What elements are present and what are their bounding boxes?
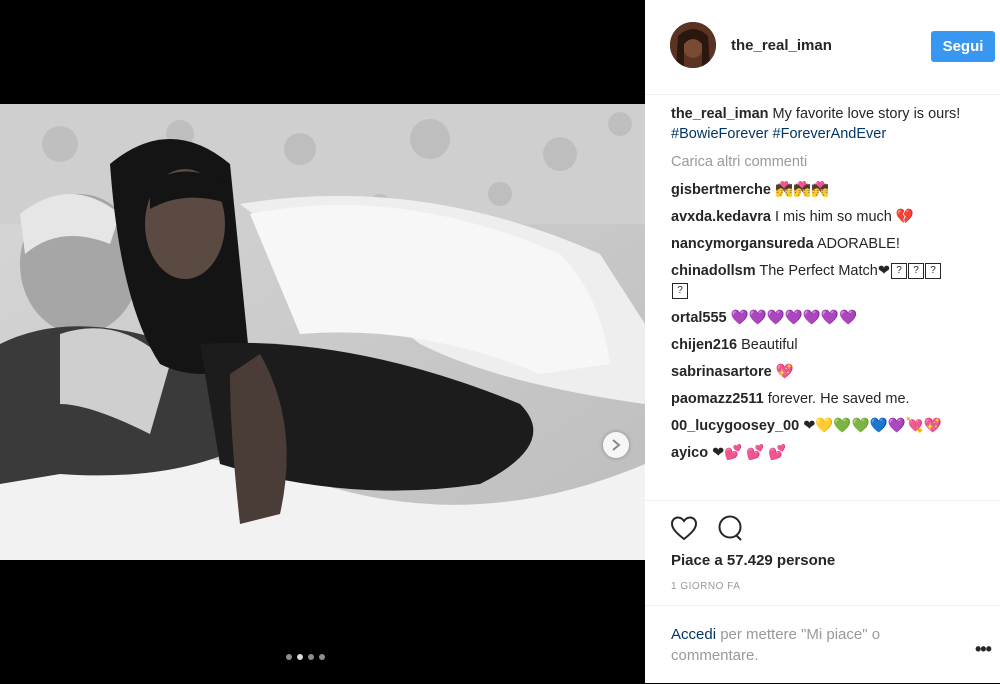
post-actions: Piace a 57.429 persone 1 GIORNO FA <box>645 500 1000 601</box>
comment-text: ADORABLE! <box>813 236 900 252</box>
login-prompt: Accedi per mettere "Mi piace" o commenta… <box>645 605 1000 684</box>
likes-count[interactable]: Piace a 57.429 persone <box>671 552 835 569</box>
comment-text: 💏💏💏 <box>770 182 830 198</box>
post-photo[interactable] <box>0 104 645 560</box>
comment-item: avxda.kedavra I mis him so much 💔 <box>671 207 989 227</box>
comment-item: chinadollsm The Perfect Match❤???? <box>671 261 989 301</box>
next-slide-button[interactable] <box>603 432 629 458</box>
comment-username[interactable]: gisbertmerche <box>671 182 771 198</box>
comments-list[interactable]: the_real_iman My favorite love story is … <box>671 104 989 500</box>
comment-username[interactable]: avxda.kedavra <box>671 209 771 225</box>
comment-username[interactable]: chijen216 <box>671 337 737 353</box>
comment-item: 00_lucygoosey_00 ❤💛💚💚💙💜💘💖 <box>671 416 989 436</box>
comment-text: Beautiful <box>737 337 798 353</box>
post-timestamp[interactable]: 1 GIORNO FA <box>671 581 740 592</box>
post-header: the_real_iman Segui <box>645 0 1000 95</box>
caption: the_real_iman My favorite love story is … <box>671 104 989 144</box>
author-username[interactable]: the_real_iman <box>731 37 832 54</box>
post-sidebar: the_real_iman Segui the_real_iman My fav… <box>645 0 1000 683</box>
carousel-dot[interactable] <box>319 654 325 660</box>
missing-glyph-icon: ? <box>908 263 924 280</box>
comment-text: forever. He saved me. <box>763 391 910 407</box>
comment-item: sabrinasartore 💖 <box>671 362 989 382</box>
media-panel <box>0 0 645 683</box>
login-message: Accedi per mettere "Mi piace" o commenta… <box>671 624 941 666</box>
comment-username[interactable]: ayico <box>671 445 708 461</box>
comment-username[interactable]: nancymorgansureda <box>671 236 814 252</box>
comment-item: chijen216 Beautiful <box>671 335 989 355</box>
caption-text: My favorite love story is ours! <box>768 106 961 122</box>
instagram-post-view: the_real_iman Segui the_real_iman My fav… <box>0 0 1000 683</box>
hashtag-link[interactable]: #ForeverAndEver <box>773 126 887 142</box>
chevron-right-icon <box>612 439 621 451</box>
comment-username[interactable]: paomazz2511 <box>671 391 764 407</box>
comment-item: ayico ❤💕 💕 💕 <box>671 443 989 463</box>
comment-icon <box>718 515 742 541</box>
carousel-dot[interactable] <box>286 654 292 660</box>
follow-button[interactable]: Segui <box>931 31 995 62</box>
missing-glyph-icon: ? <box>891 263 907 280</box>
comment-item: gisbertmerche 💏💏💏 <box>671 180 989 200</box>
caption-username[interactable]: the_real_iman <box>671 106 769 122</box>
comment-text: 💖 <box>771 364 794 380</box>
missing-glyph-icon: ? <box>925 263 941 280</box>
comment-text: ❤💛💚💚💙💜💘💖 <box>799 418 942 434</box>
comment-item: ortal555 💜💜💜💜💜💜💜 <box>671 308 989 328</box>
load-more-comments[interactable]: Carica altri commenti <box>671 152 989 172</box>
comment-item: nancymorgansureda ADORABLE! <box>671 234 989 254</box>
comment-text: I mis him so much 💔 <box>770 209 914 225</box>
comment-text: The Perfect Match❤ <box>755 263 890 279</box>
comment-text: 💜💜💜💜💜💜💜 <box>726 310 858 326</box>
comment-button[interactable] <box>715 513 745 543</box>
login-link[interactable]: Accedi <box>671 626 716 643</box>
like-button[interactable] <box>669 513 699 543</box>
carousel-dots <box>286 654 325 660</box>
comment-username[interactable]: ortal555 <box>671 310 727 326</box>
comment-username[interactable]: 00_lucygoosey_00 <box>671 418 799 434</box>
carousel-dot-active[interactable] <box>297 654 303 660</box>
avatar[interactable] <box>670 22 716 68</box>
heart-icon <box>670 516 698 541</box>
comment-username[interactable]: sabrinasartore <box>671 364 772 380</box>
carousel-dot[interactable] <box>308 654 314 660</box>
missing-glyph-icon: ? <box>672 283 688 300</box>
more-options-button[interactable]: ••• <box>975 639 992 660</box>
comment-item: paomazz2511 forever. He saved me. <box>671 389 989 409</box>
comment-username[interactable]: chinadollsm <box>671 263 756 279</box>
comment-text: ❤💕 💕 💕 <box>708 445 787 461</box>
hashtag-link[interactable]: #BowieForever <box>671 126 769 142</box>
